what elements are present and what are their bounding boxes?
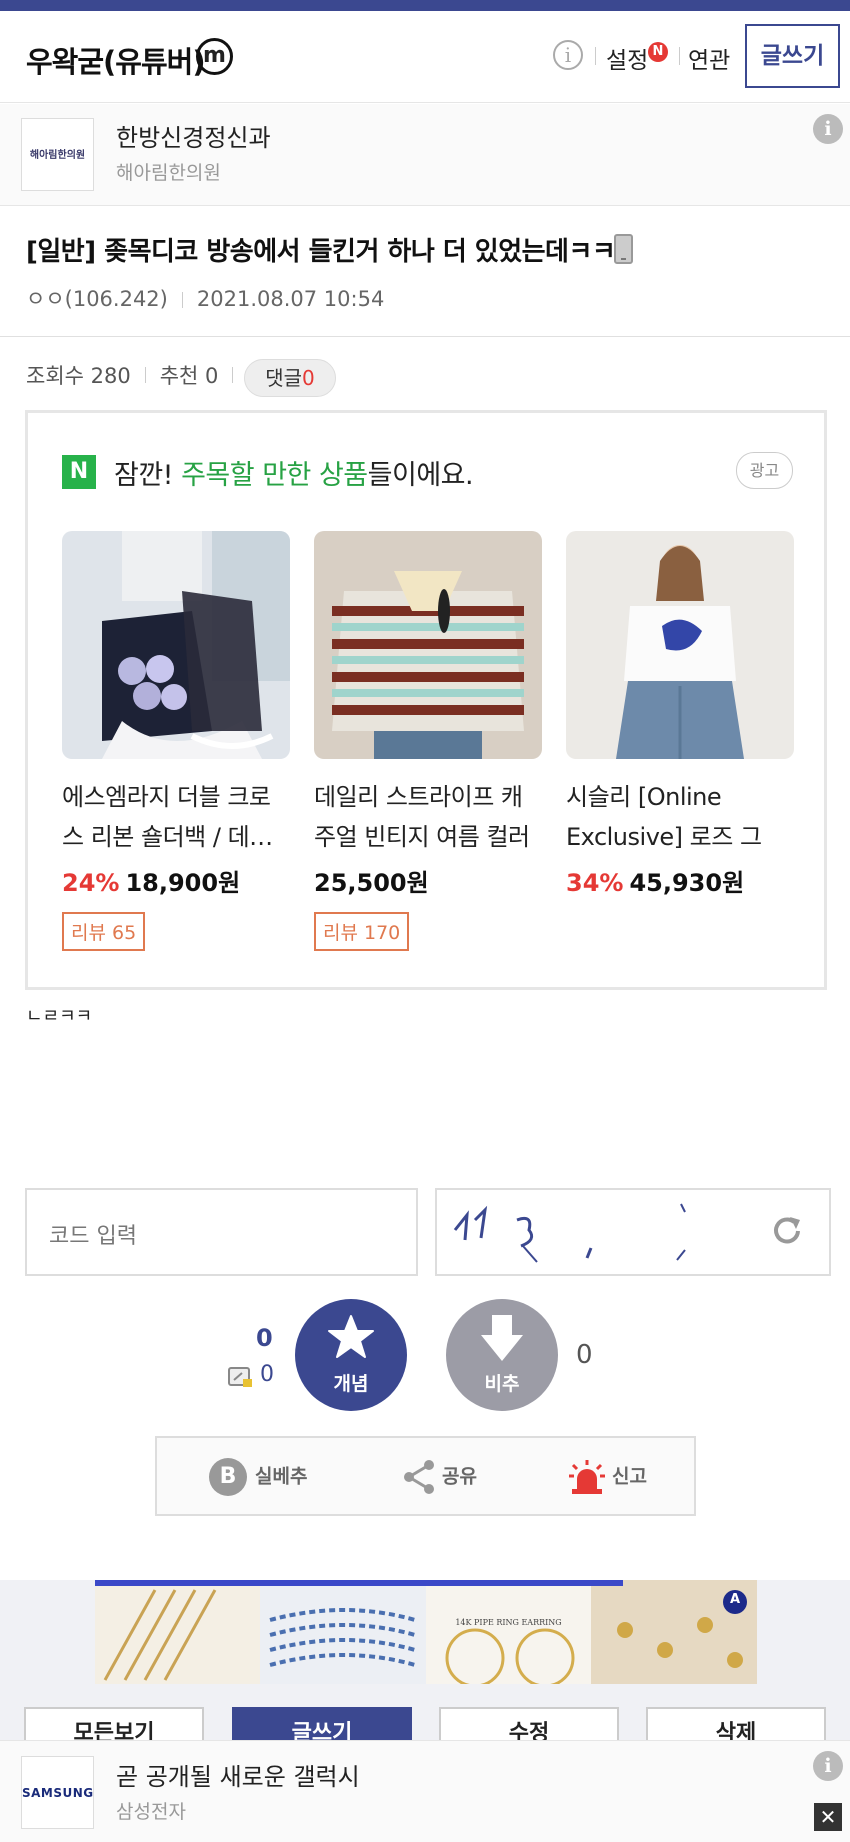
report-label: 신고	[612, 1465, 647, 1488]
product-price: 25,500원	[314, 869, 429, 897]
product-price-row: 25,500원	[314, 863, 542, 898]
post-meta: ㅇㅇ(106.242) 2021.08.07 10:54	[26, 283, 384, 313]
jewelry-ad-banner[interactable]: 14K PIPE RING EARRING A	[95, 1580, 757, 1684]
bottom-ad-title[interactable]: 곧 공개될 새로운 갤럭시	[116, 1757, 360, 1792]
shopping-ad-box: N 잠깐! 주목할 만한 상품들이에요. 광고 에스엠라지 더블 크로스 리본 …	[25, 410, 827, 990]
divider	[181, 292, 183, 308]
product-image[interactable]	[566, 531, 794, 759]
divider	[679, 47, 680, 65]
minor-gallery-badge-icon: m	[196, 38, 233, 75]
post-actions: B 실베추 공유 신고	[155, 1436, 696, 1516]
captcha-placeholder: 코드 입력	[49, 1224, 137, 1249]
share-label: 공유	[442, 1465, 477, 1488]
product-name[interactable]: 에스엠라지 더블 크로스 리본 숄더백 / 데…	[62, 777, 290, 857]
naver-logo-icon: N	[62, 455, 96, 489]
silbe-b-icon: B	[209, 1457, 247, 1496]
star-icon	[328, 1315, 374, 1358]
samsung-logo: SAMSUNG	[21, 1756, 94, 1829]
divider	[232, 367, 234, 383]
comment-count-button[interactable]: 댓글0	[244, 359, 336, 397]
comment-count: 0	[302, 366, 315, 390]
product-card[interactable]: 에스엠라지 더블 크로스 리본 숄더백 / 데… 24% 18,900원 리뷰 6…	[62, 531, 290, 951]
post-stats: 조회수 280 추천 0	[26, 360, 247, 390]
related-link[interactable]: 연관	[688, 41, 730, 75]
share-button[interactable]: 공유	[402, 1456, 477, 1496]
new-badge: N	[648, 42, 668, 62]
product-name[interactable]: 데일리 스트라이프 캐주얼 빈티지 여름 컬러	[314, 777, 542, 857]
top-accent-strip	[0, 0, 850, 11]
bottom-ad-info-icon[interactable]: i	[813, 1751, 843, 1781]
product-card[interactable]: 데일리 스트라이프 캐주얼 빈티지 여름 컬러 25,500원 리뷰 170	[314, 531, 542, 951]
downvote-button[interactable]: 비추	[446, 1299, 558, 1411]
product-price-row: 34% 45,930원	[566, 863, 794, 898]
settings-link[interactable]: 설정	[606, 41, 648, 75]
upvote-fixed-count: 0	[260, 1362, 274, 1387]
siren-icon	[569, 1459, 605, 1494]
upvote-count: 0	[256, 1324, 273, 1352]
post-author[interactable]: ㅇㅇ(106.242)	[26, 287, 168, 311]
refresh-captcha-icon[interactable]	[770, 1214, 804, 1248]
ad-label-chip[interactable]: 광고	[736, 452, 793, 489]
product-name[interactable]: 시슬리 [Online Exclusive] 로즈 그래…	[566, 777, 794, 857]
write-button[interactable]: 글쓰기	[745, 24, 840, 88]
bottom-nav-buttons: 모든보기 글쓰기 수정 삭제	[0, 1707, 850, 1740]
gallery-title[interactable]: 우왁굳(유튜버)	[26, 39, 206, 81]
write-button-bottom[interactable]: 글쓰기	[232, 1707, 412, 1740]
share-icon	[404, 1459, 434, 1494]
arrow-down-icon	[481, 1315, 523, 1361]
product-image[interactable]	[314, 531, 542, 759]
post-body: ㄴㄹㅋㅋ	[26, 1006, 93, 1027]
product-discount: 24%	[62, 869, 120, 897]
fixed-user-icon	[228, 1367, 252, 1387]
ad-subtitle: 해아림한의원	[116, 162, 221, 184]
mobile-device-icon	[614, 234, 633, 264]
upvote-label: 개념	[333, 1373, 369, 1395]
silbe-recommend-button[interactable]: B 실베추	[209, 1456, 307, 1496]
product-price: 45,930원	[629, 869, 745, 897]
silbe-label: 실베추	[255, 1465, 308, 1488]
ad-logo: 해아림한의원	[21, 118, 94, 191]
edit-button[interactable]: 수정	[439, 1707, 619, 1740]
captcha-code-input[interactable]: 코드 입력	[25, 1188, 418, 1276]
bottom-ad-banner[interactable]: SAMSUNG 곧 공개될 새로운 갤럭시 삼성전자 i ✕	[0, 1740, 850, 1842]
divider	[144, 367, 146, 383]
product-review-badge: 리뷰 170	[314, 912, 410, 951]
divider	[595, 47, 596, 65]
product-image[interactable]	[62, 531, 290, 759]
site-header: 우왁굳(유튜버) m i 설정 N 연관 글쓰기	[0, 11, 850, 103]
shopping-heading: 잠깐! 주목할 만한 상품들이에요.	[114, 460, 474, 491]
recommend-count: 추천 0	[159, 364, 219, 388]
upvote-button[interactable]: 개념	[295, 1299, 407, 1411]
post-title: [일반] 좆목디코 방송에서 들킨거 하나 더 있었는데ㅋㅋ	[26, 237, 616, 267]
report-button[interactable]: 신고	[568, 1456, 647, 1496]
top-ad-banner[interactable]: 해아림한의원 한방신경정신과 해아림한의원 i	[0, 104, 850, 206]
info-icon[interactable]: i	[553, 40, 583, 70]
downvote-label: 비추	[484, 1373, 520, 1395]
delete-button[interactable]: 삭제	[646, 1707, 826, 1740]
close-icon[interactable]: ✕	[814, 1803, 842, 1831]
bottom-ad-subtitle: 삼성전자	[116, 1801, 186, 1823]
ad-title[interactable]: 한방신경정신과	[116, 118, 271, 153]
post-header: [일반] 좆목디코 방송에서 들킨거 하나 더 있었는데ㅋㅋ ㅇㅇ(106.24…	[0, 207, 850, 337]
view-count: 조회수 280	[26, 364, 131, 388]
product-review-badge: 리뷰 65	[62, 912, 146, 951]
banner-badge: A	[729, 1592, 741, 1607]
list-button[interactable]: 모든보기	[24, 1707, 204, 1740]
earring-caption: 14K PIPE RING EARRING	[455, 1618, 562, 1627]
product-price-row: 24% 18,900원	[62, 863, 290, 898]
post-datetime: 2021.08.07 10:54	[196, 287, 385, 311]
comment-label: 댓글	[265, 366, 303, 390]
product-card[interactable]: 시슬리 [Online Exclusive] 로즈 그래… 34%45,930원	[566, 531, 794, 898]
banner-progress-bar	[95, 1580, 623, 1586]
product-price: 18,900원	[125, 869, 241, 897]
product-discount: 34%	[566, 869, 624, 897]
downvote-count: 0	[576, 1340, 593, 1370]
ad-info-icon[interactable]: i	[813, 114, 843, 144]
